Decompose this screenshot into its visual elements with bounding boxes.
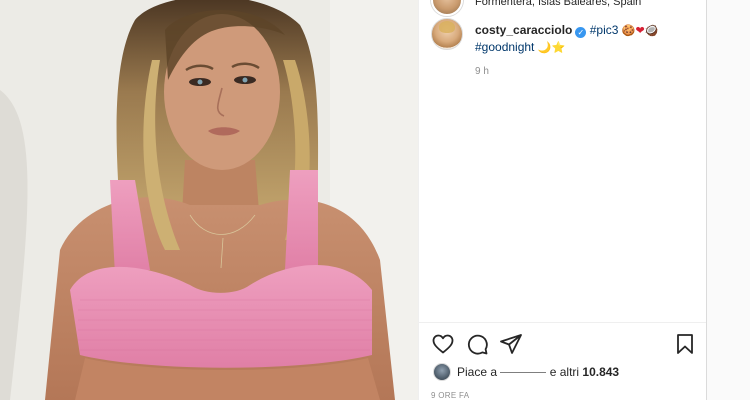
- location-header-avatar[interactable]: [431, 0, 463, 16]
- caption-author-avatar[interactable]: [431, 18, 463, 50]
- comment-icon[interactable]: [465, 332, 489, 356]
- hashtag-goodnight[interactable]: #goodnight: [475, 40, 534, 54]
- cookie-emoji-icon: 🍪: [621, 24, 636, 37]
- post-caption: costy_caracciolo ✓ #pic3 🍪❤🥥 #goodnight 🌙…: [475, 22, 695, 56]
- hashtag-pic3[interactable]: #pic3: [590, 23, 619, 37]
- likes-count[interactable]: 10.843: [582, 365, 619, 379]
- bookmark-icon[interactable]: [673, 332, 697, 356]
- likes-suffix: e altri: [549, 365, 580, 379]
- moon-emoji-icon: 🌙: [537, 41, 552, 54]
- post-age: 9 ORE FA: [431, 391, 470, 400]
- post-sidebar: Formentera, Islas Baleares, Spain costy_…: [418, 0, 706, 400]
- post-location[interactable]: Formentera, Islas Baleares, Spain: [475, 0, 641, 8]
- redacted-liker-name: [500, 372, 547, 373]
- post-photo[interactable]: [0, 0, 418, 400]
- liker-avatar[interactable]: [433, 363, 451, 381]
- verified-badge-icon: ✓: [575, 27, 587, 38]
- caption-time: 9 h: [475, 66, 489, 77]
- likes-prefix: Piace a: [457, 365, 498, 379]
- heart-icon[interactable]: [431, 332, 455, 356]
- likes-summary[interactable]: Piace a e altri 10.843: [457, 365, 619, 379]
- post-actions: [431, 332, 697, 358]
- paper-plane-icon[interactable]: [499, 332, 523, 356]
- heart-emoji-icon: ❤: [635, 24, 645, 37]
- instagram-post: Formentera, Islas Baleares, Spain costy_…: [0, 0, 707, 400]
- actions-divider: [419, 322, 706, 323]
- coconut-emoji-icon: 🥥: [644, 24, 659, 37]
- star-emoji-icon: ⭐: [551, 41, 566, 54]
- caption-username[interactable]: costy_caracciolo: [475, 23, 572, 37]
- post-photo-illustration: [0, 0, 418, 400]
